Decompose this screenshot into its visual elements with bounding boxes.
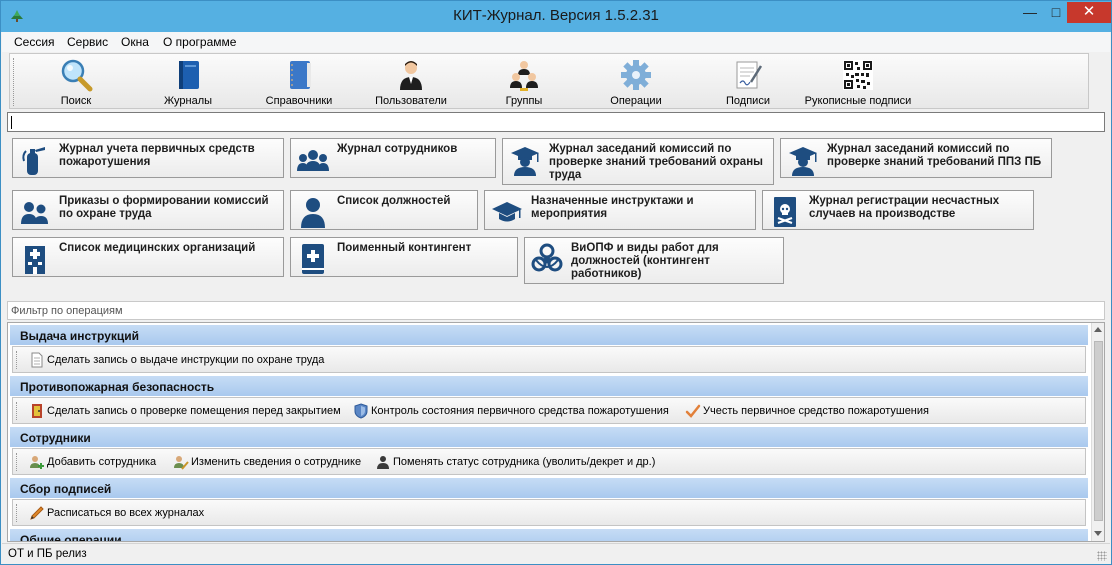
op-register-extinguisher[interactable]: Учесть первичное средство пожаротушения	[685, 403, 935, 421]
magnifier-icon	[61, 59, 93, 92]
app-window: КИТ-Журнал. Версия 1.5.2.31 — □ ✕ Сессия…	[0, 0, 1112, 565]
status-bar: ОТ и ПБ релиз	[2, 543, 1110, 564]
op-record-instruction-issue[interactable]: Сделать запись о выдаче инструкции по ох…	[29, 352, 339, 370]
operations-filter-input[interactable]: Фильтр по операциям	[7, 301, 1105, 320]
toolbar-operations-button[interactable]: Операции	[604, 58, 668, 108]
op-sign-all-journals[interactable]: Расписаться во всех журналах	[29, 505, 219, 523]
journal-positions-button[interactable]: Список должностей	[290, 190, 478, 230]
signature-pen-icon	[736, 61, 763, 89]
resize-grip-icon[interactable]	[1097, 551, 1107, 561]
menu-bar: Сессия Сервис Окна О программе	[2, 32, 1110, 52]
toolbar-signatures-button[interactable]: Подписи	[718, 58, 778, 108]
journal-buttons-area: Журнал учета первичных средств пожаротуш…	[1, 133, 1111, 299]
window-title: КИТ-Журнал. Версия 1.5.2.31	[453, 7, 659, 24]
op-change-employee-status[interactable]: Поменять статус сотрудника (уволить/декр…	[375, 454, 675, 472]
gear-icon	[621, 60, 651, 90]
scroll-up-arrow-icon[interactable]	[1094, 327, 1102, 332]
title-bar[interactable]: КИТ-Журнал. Версия 1.5.2.31 — □ ✕	[1, 1, 1111, 32]
journal-medical-organizations-button[interactable]: Список медицинских организаций	[12, 237, 284, 277]
journal-commission-orders-button[interactable]: Приказы о формировании комиссий по охран…	[12, 190, 284, 230]
row-grip[interactable]	[16, 351, 19, 369]
employees-icon	[297, 150, 329, 171]
text-caret	[11, 116, 12, 129]
menu-session[interactable]: Сессия	[14, 35, 55, 49]
user-icon	[400, 61, 422, 90]
ops-row-instructions: Сделать запись о выдаче инструкции по ох…	[12, 346, 1086, 373]
toolbar-handwritten-signatures-button[interactable]: Рукописные подписи	[802, 58, 914, 108]
journal-hazard-factors-button[interactable]: ВиОПФ и виды работ для должностей (конти…	[524, 237, 784, 284]
graduate-icon	[511, 147, 539, 176]
journal-briefings-button[interactable]: Назначенные инструктажи и мероприятия	[484, 190, 756, 230]
maximize-button[interactable]: □	[1043, 2, 1069, 23]
status-text: ОТ и ПБ релиз	[8, 548, 87, 560]
toolbar-grip[interactable]	[13, 58, 16, 106]
skull-document-icon	[774, 197, 796, 227]
group-header-employees[interactable]: Сотрудники	[10, 427, 1088, 447]
scroll-down-arrow-icon[interactable]	[1094, 531, 1102, 536]
operations-panel: Выдача инструкций Сделать запись о выдач…	[7, 322, 1105, 542]
search-input[interactable]	[7, 112, 1105, 132]
journal-named-contingent-button[interactable]: Поименный контингент	[290, 237, 518, 277]
hospital-icon	[25, 246, 45, 274]
close-button[interactable]: ✕	[1067, 2, 1111, 23]
group-header-general[interactable]: Общие операции	[10, 529, 1088, 541]
row-grip[interactable]	[16, 453, 19, 471]
row-grip[interactable]	[16, 504, 19, 522]
user-status-icon	[377, 456, 389, 469]
person-icon	[301, 198, 325, 228]
journal-accidents-button[interactable]: Журнал регистрации несчастных случаев на…	[762, 190, 1034, 230]
pencil-icon	[30, 506, 44, 520]
checkmark-icon	[685, 404, 701, 418]
main-toolbar: Поиск Журналы Справочники Пользователи Г…	[9, 53, 1089, 109]
op-edit-employee[interactable]: Изменить сведения о сотруднике	[173, 454, 367, 472]
fire-extinguisher-icon	[22, 147, 45, 175]
row-grip[interactable]	[16, 402, 19, 420]
add-user-icon	[30, 456, 44, 469]
toolbar-directories-button[interactable]: Справочники	[260, 58, 338, 108]
door-icon	[32, 404, 42, 418]
journal-book-icon	[179, 61, 199, 89]
ops-row-fire-safety: Сделать запись о проверке помещения пере…	[12, 397, 1086, 424]
group-header-fire-safety[interactable]: Противопожарная безопасность	[10, 376, 1088, 396]
menu-service[interactable]: Сервис	[67, 35, 108, 49]
edit-user-icon	[174, 456, 189, 470]
toolbar-users-button[interactable]: Пользователи	[372, 58, 450, 108]
group-header-instructions[interactable]: Выдача инструкций	[10, 325, 1088, 345]
menu-about[interactable]: О программе	[163, 35, 236, 49]
directory-book-icon	[290, 61, 311, 89]
scroll-thumb[interactable]	[1094, 341, 1103, 521]
two-users-icon	[21, 202, 48, 224]
journal-employees-button[interactable]: Журнал сотрудников	[290, 138, 496, 178]
toolbar-search-button[interactable]: Поиск	[48, 58, 104, 108]
medical-book-icon	[302, 244, 324, 274]
operations-scrollbar[interactable]	[1091, 323, 1104, 541]
ops-row-signatures: Расписаться во всех журналах	[12, 499, 1086, 526]
op-add-employee[interactable]: Добавить сотрудника	[29, 454, 169, 472]
menu-windows[interactable]: Окна	[121, 35, 149, 49]
journal-labor-safety-commission-button[interactable]: Журнал заседаний комиссий по проверке зн…	[502, 138, 774, 185]
document-icon	[31, 352, 43, 368]
op-extinguisher-control[interactable]: Контроль состояния первичного средства п…	[353, 403, 675, 421]
minimize-button[interactable]: —	[1017, 2, 1043, 23]
qr-code-icon	[843, 60, 873, 90]
biohazard-icon	[531, 243, 563, 272]
toolbar-groups-button[interactable]: Группы	[496, 58, 552, 108]
users-group-icon	[510, 61, 538, 91]
toolbar-journals-button[interactable]: Журналы	[156, 58, 220, 108]
ops-row-employees: Добавить сотрудника Изменить сведения о …	[12, 448, 1086, 475]
journal-fire-extinguishers-button[interactable]: Журнал учета первичных средств пожаротуш…	[12, 138, 284, 178]
journal-fire-safety-commission-button[interactable]: Журнал заседаний комиссий по проверке зн…	[780, 138, 1052, 178]
shield-icon	[354, 403, 368, 419]
op-record-room-check[interactable]: Сделать запись о проверке помещения пере…	[29, 403, 349, 421]
graduate-icon	[789, 147, 817, 176]
mortarboard-icon	[492, 202, 522, 222]
group-header-signatures[interactable]: Сбор подписей	[10, 478, 1088, 498]
